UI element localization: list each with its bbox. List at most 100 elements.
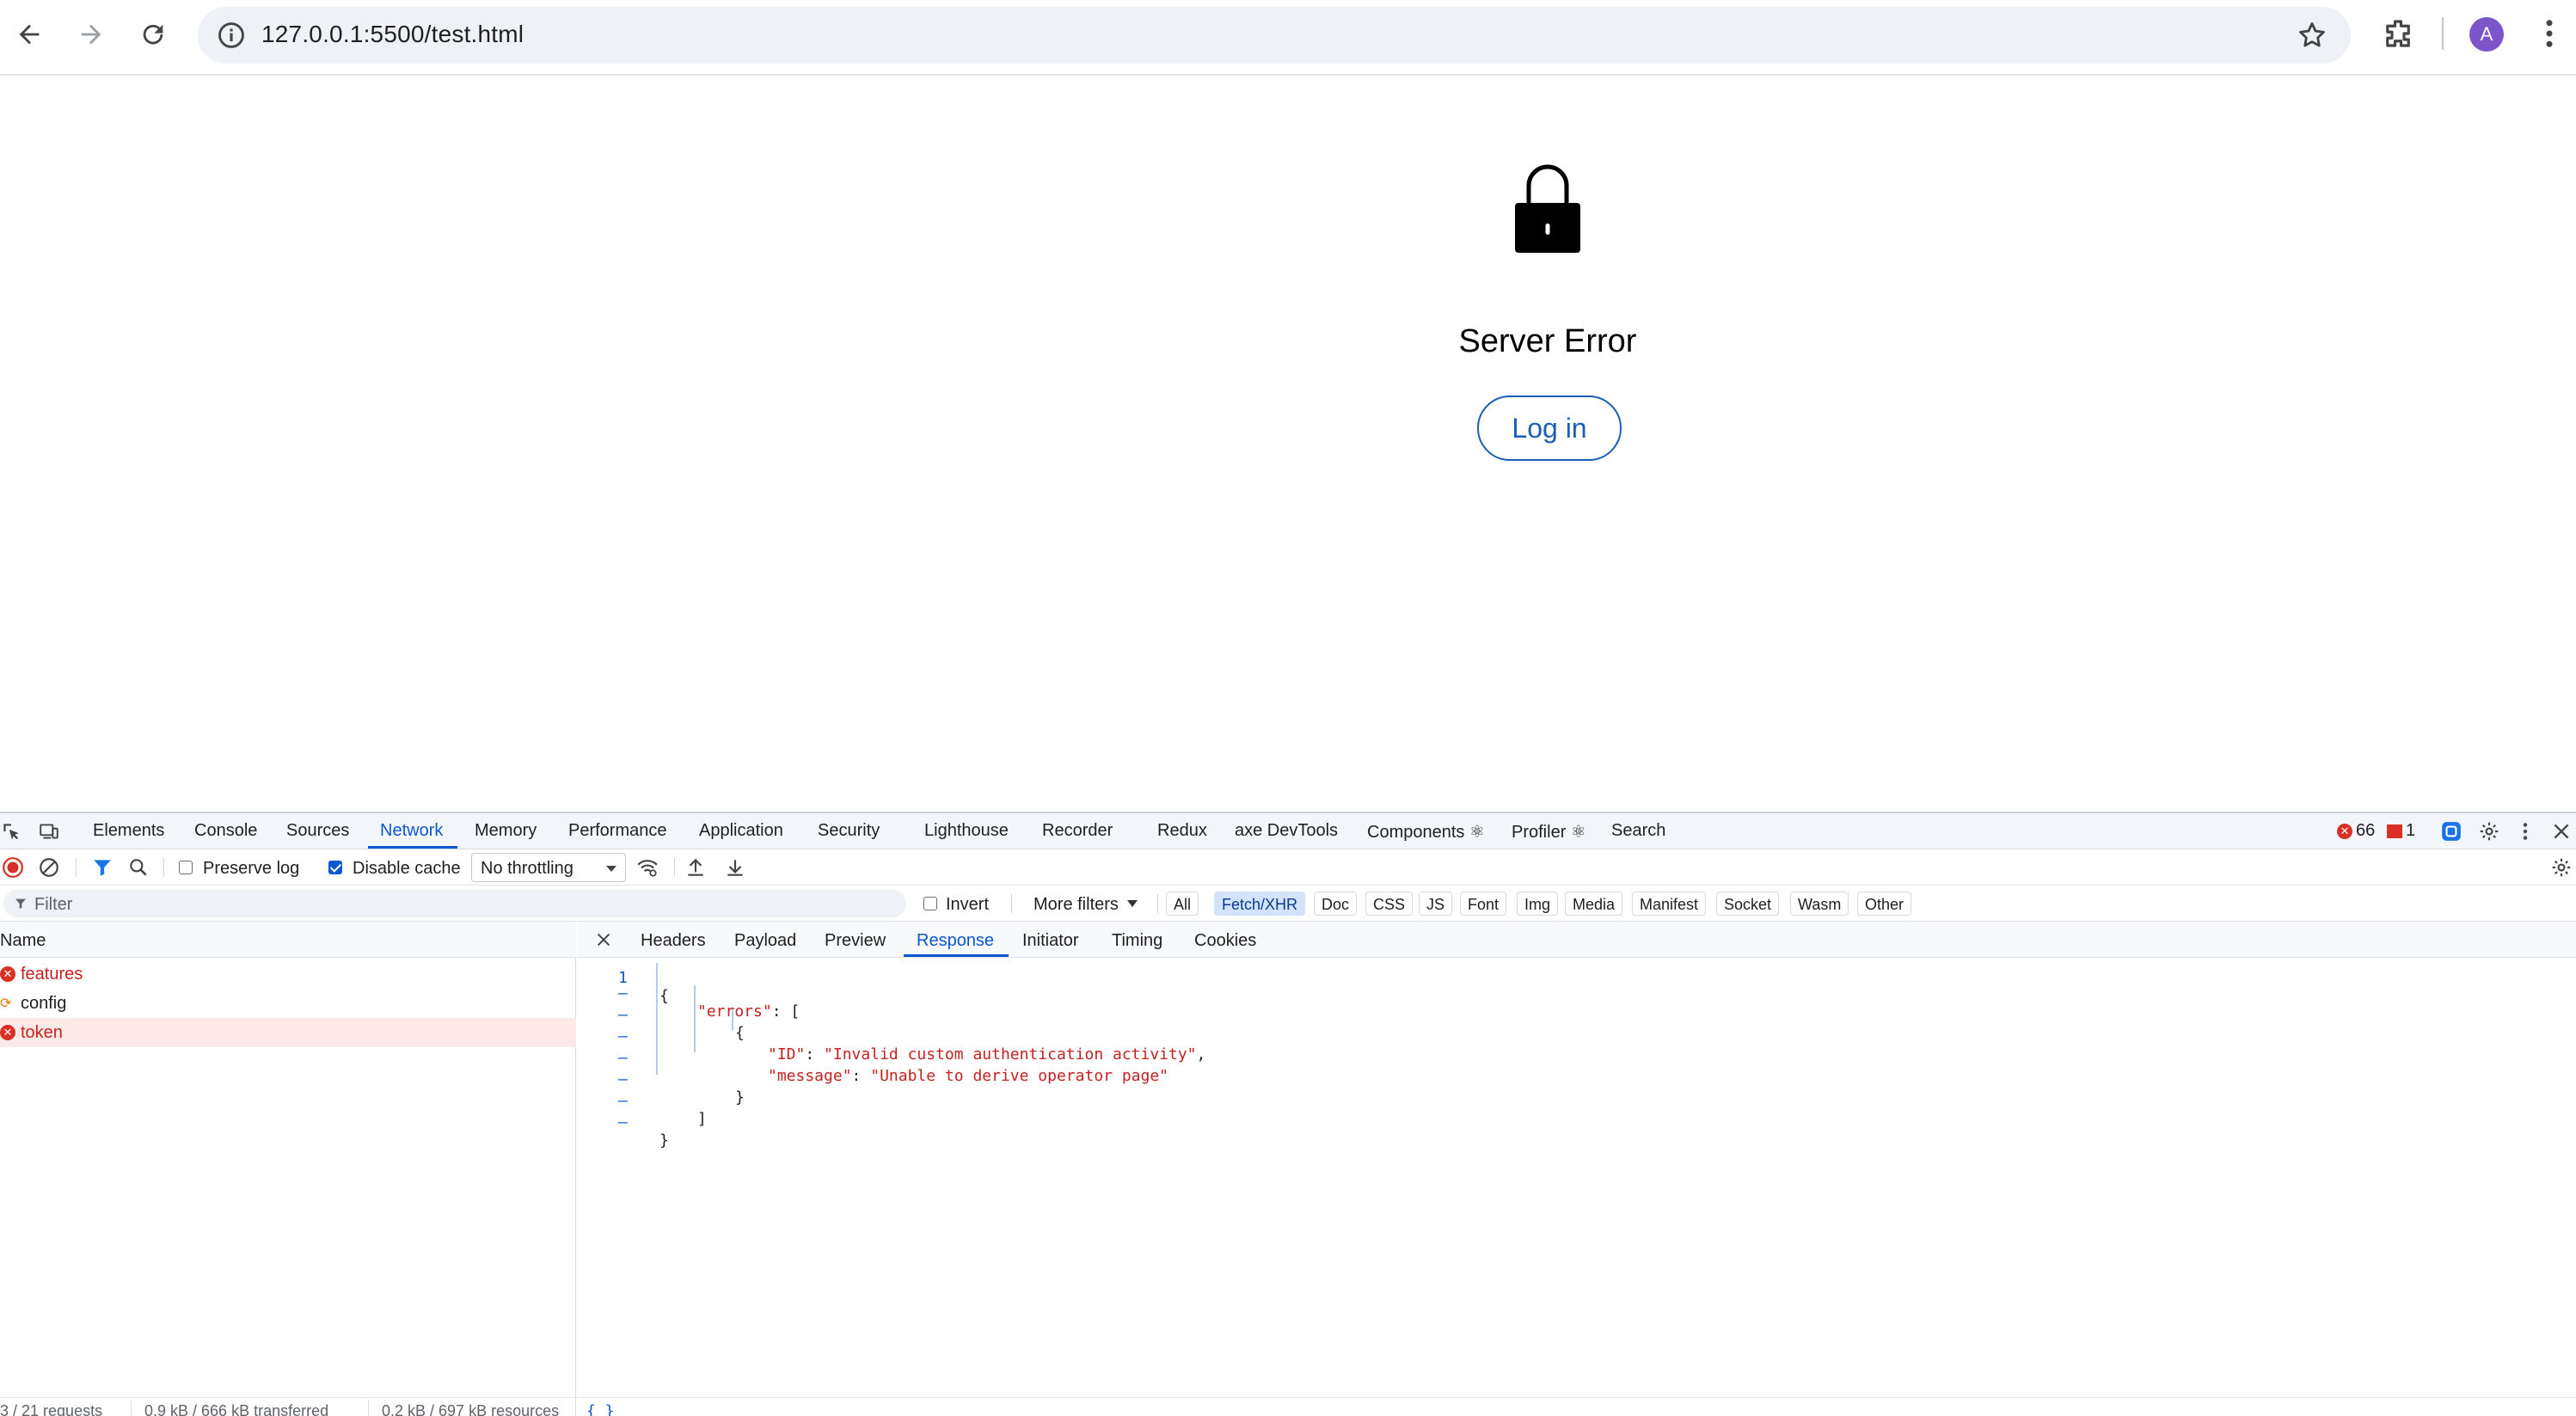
filter-type-media[interactable]: Media — [1565, 892, 1623, 916]
reload-button[interactable] — [134, 15, 172, 53]
filter-type-fetch-xhr[interactable]: Fetch/XHR — [1214, 892, 1306, 916]
tab-sources[interactable]: Sources — [286, 821, 349, 841]
tab-lighthouse[interactable]: Lighthouse — [924, 821, 1009, 841]
request-row-config[interactable]: ⟳ config — [0, 989, 576, 1018]
response-body[interactable]: 1 { – "errors": [ – { – "ID": "Invalid c… — [577, 963, 2576, 1376]
request-name: config — [21, 994, 67, 1013]
tab-redux[interactable]: Redux — [1157, 821, 1207, 841]
forward-button[interactable] — [72, 15, 110, 53]
filter-type-css[interactable]: CSS — [1365, 892, 1414, 916]
tab-application[interactable]: Application — [699, 821, 783, 841]
tab-timing[interactable]: Timing — [1112, 931, 1162, 951]
filter-type-img[interactable]: Img — [1517, 892, 1559, 916]
tab-performance[interactable]: Performance — [568, 821, 667, 841]
tab-preview[interactable]: Preview — [825, 931, 886, 951]
status-divider — [0, 1397, 2576, 1398]
tab-payload[interactable]: Payload — [734, 931, 796, 951]
tab-search[interactable]: Search — [1611, 821, 1665, 841]
inspect-element-icon[interactable] — [0, 820, 22, 843]
filter-type-js[interactable]: JS — [1419, 892, 1453, 916]
search-icon[interactable] — [127, 856, 150, 879]
tab-security[interactable]: Security — [818, 821, 880, 841]
filter-icon[interactable] — [91, 856, 113, 879]
tab-recorder[interactable]: Recorder — [1042, 821, 1113, 841]
tab-response[interactable]: Response — [917, 931, 994, 951]
filter-type-all[interactable]: All — [1166, 892, 1199, 916]
filter-input[interactable]: Filter — [3, 890, 906, 917]
forward-arrow-icon — [81, 24, 101, 45]
site-info-icon[interactable] — [215, 19, 248, 52]
request-list-header[interactable]: Name — [0, 922, 576, 958]
reload-icon — [143, 24, 163, 45]
network-settings-icon[interactable] — [2550, 856, 2573, 879]
more-filters-dropdown[interactable]: More filters — [1033, 895, 1138, 915]
preserve-log-label: Preserve log — [203, 859, 300, 878]
issue-counter[interactable]: 1 — [2387, 821, 2415, 841]
back-button[interactable] — [10, 15, 48, 53]
tab-initiator[interactable]: Initiator — [1022, 931, 1079, 951]
network-filterbar: Filter Invert More filters All Fetch/XHR… — [0, 886, 2576, 922]
active-tab-indicator — [368, 846, 457, 849]
tab-console[interactable]: Console — [194, 821, 257, 841]
close-icon[interactable] — [594, 930, 613, 949]
name-column-header[interactable]: Name — [0, 931, 46, 951]
clear-icon[interactable] — [38, 856, 60, 879]
filter-type-wasm[interactable]: Wasm — [1790, 892, 1849, 916]
filter-type-doc[interactable]: Doc — [1314, 892, 1358, 916]
url-text[interactable]: 127.0.0.1:5500/test.html — [261, 21, 524, 48]
filter-type-socket[interactable]: Socket — [1716, 892, 1780, 916]
code-text: } — [735, 1088, 745, 1106]
more-vert-icon[interactable] — [2536, 15, 2562, 52]
record-stop-icon[interactable] — [2, 856, 24, 879]
code-key: "message" — [768, 1067, 852, 1085]
invert-checkbox[interactable] — [923, 897, 937, 910]
code-line: – { — [577, 988, 745, 1042]
code-line: – "message": "Unable to derive operator … — [577, 1031, 1168, 1085]
error-icon: ✕ — [0, 966, 15, 982]
profile-avatar[interactable]: A — [2469, 17, 2504, 52]
request-row-features[interactable]: ✕ features — [0, 959, 576, 989]
devtools-more-icon[interactable] — [2514, 820, 2536, 843]
tab-elements[interactable]: Elements — [93, 821, 164, 841]
issue-count: 1 — [2406, 821, 2416, 840]
request-row-token[interactable]: ✕ token — [0, 1018, 576, 1047]
code-line: – "ID": "Invalid custom authentication a… — [577, 1009, 1205, 1064]
pretty-print-button[interactable]: { } — [586, 1402, 615, 1416]
tab-components[interactable]: Components ⚛ — [1367, 821, 1485, 843]
tab-profiler[interactable]: Profiler ⚛ — [1512, 821, 1586, 843]
import-har-icon[interactable] — [684, 856, 707, 879]
close-devtools-icon[interactable] — [2550, 820, 2573, 843]
tab-network[interactable]: Network — [380, 821, 443, 841]
network-conditions-icon[interactable] — [636, 856, 659, 879]
throttling-select[interactable]: No throttling — [471, 853, 626, 882]
tab-axe-devtools[interactable]: axe DevTools — [1235, 821, 1338, 841]
toolbar-divider — [76, 858, 77, 877]
tab-memory[interactable]: Memory — [475, 821, 537, 841]
tab-cookies[interactable]: Cookies — [1194, 931, 1256, 951]
filter-type-other[interactable]: Other — [1857, 892, 1912, 916]
code-line: – } — [577, 1095, 669, 1149]
preserve-log-checkbox[interactable] — [179, 861, 193, 874]
extensions-icon[interactable] — [2380, 15, 2416, 52]
extension-panel-icon[interactable] — [2440, 820, 2463, 843]
tab-headers[interactable]: Headers — [641, 931, 706, 951]
login-button[interactable]: Log in — [1477, 395, 1622, 461]
settings-gear-icon[interactable] — [2478, 820, 2500, 843]
toolbar-divider — [1157, 894, 1158, 913]
filter-type-font[interactable]: Font — [1460, 892, 1507, 916]
disable-cache-checkbox[interactable] — [328, 861, 342, 874]
issue-flag-icon — [2387, 824, 2402, 838]
export-har-icon[interactable] — [724, 856, 746, 879]
code-text: , — [1196, 1045, 1206, 1064]
filter-funnel-icon — [15, 898, 26, 909]
device-toggle-icon[interactable] — [38, 820, 60, 843]
filter-placeholder: Filter — [34, 895, 73, 914]
code-text: : [ — [771, 1002, 800, 1021]
error-count: 66 — [2356, 821, 2376, 840]
filter-type-manifest[interactable]: Manifest — [1632, 892, 1707, 916]
bookmark-star-icon[interactable] — [2296, 19, 2328, 52]
address-bar[interactable]: 127.0.0.1:5500/test.html — [198, 7, 2351, 64]
code-text: ] — [697, 1110, 707, 1128]
error-icon: ✕ — [2337, 823, 2352, 839]
error-counter[interactable]: ✕ 66 — [2337, 821, 2375, 841]
